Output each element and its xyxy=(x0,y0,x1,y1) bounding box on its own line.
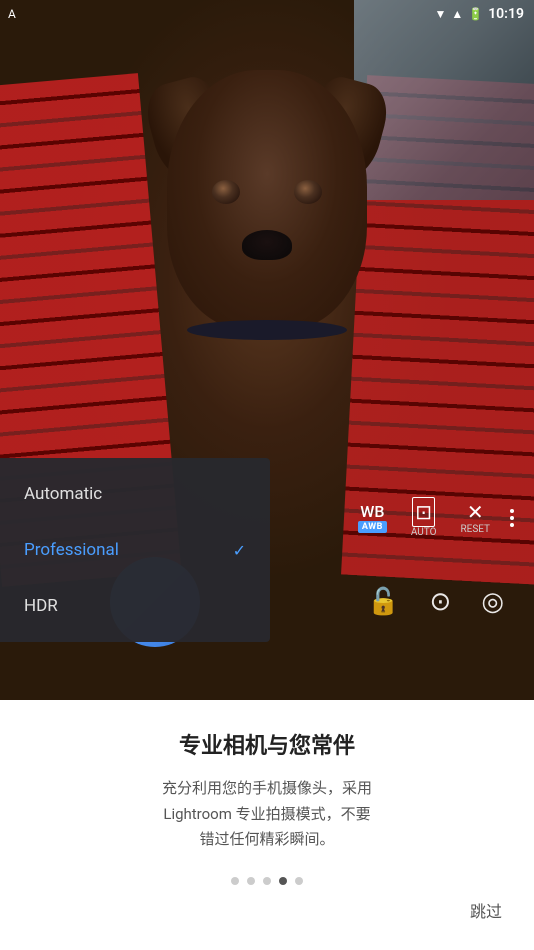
wb-badge: AWB xyxy=(358,521,387,533)
battery-icon: 🔋 xyxy=(468,7,483,21)
app-icon: A xyxy=(8,7,16,21)
skip-button[interactable]: 跳过 xyxy=(462,890,510,930)
dog-collar xyxy=(187,320,347,340)
status-bar-left: A xyxy=(8,7,16,21)
dropdown-item-automatic[interactable]: Automatic xyxy=(0,466,270,522)
timer-icon[interactable]: ⊙ xyxy=(430,587,452,617)
wifi-icon: ▲ xyxy=(451,7,463,21)
reset-button[interactable]: ✕ RESET xyxy=(460,500,490,535)
auto-focus-icon: ⊡ xyxy=(412,497,435,527)
side-icons: 🔓 ⊙ ◎ xyxy=(367,587,504,617)
wb-label: WB xyxy=(360,502,384,521)
more-button[interactable] xyxy=(506,505,518,531)
bottom-description: 充分利用您的手机摄像头，采用Lightroom 专业拍摄模式，不要错过任何精彩瞬… xyxy=(162,776,372,853)
dog-nose xyxy=(242,230,292,260)
status-bar-right: ▼ ▲ 🔋 10:19 xyxy=(434,6,524,22)
professional-label: Professional xyxy=(24,540,119,560)
dropdown-item-professional[interactable]: Professional ✓ xyxy=(0,522,270,578)
auto-label: AUTO xyxy=(411,527,437,538)
page-dots xyxy=(231,877,303,885)
bottom-title: 专业相机与您常伴 xyxy=(179,728,355,760)
dog-face xyxy=(167,70,367,330)
dog-eye-right xyxy=(294,180,322,204)
dot-4 xyxy=(279,877,287,885)
dropdown-item-hdr[interactable]: HDR xyxy=(0,578,270,634)
automatic-label: Automatic xyxy=(24,484,102,504)
dog-head xyxy=(147,50,387,370)
reset-icon: ✕ xyxy=(467,500,484,524)
dot-3 xyxy=(263,877,271,885)
dot-5 xyxy=(295,877,303,885)
wb-button[interactable]: WB AWB xyxy=(358,502,387,533)
check-icon: ✓ xyxy=(233,541,246,560)
more-dot-3 xyxy=(510,523,514,527)
dot-2 xyxy=(247,877,255,885)
status-bar: A ▼ ▲ 🔋 10:19 xyxy=(0,0,534,28)
mode-dropdown: Automatic Professional ✓ HDR xyxy=(0,458,270,642)
bottom-panel: 专业相机与您常伴 充分利用您的手机摄像头，采用Lightroom 专业拍摄模式，… xyxy=(0,700,534,950)
auto-button[interactable]: ⊡ AUTO xyxy=(411,497,437,538)
more-dot-2 xyxy=(510,516,514,520)
signal-icon: ▼ xyxy=(434,7,446,21)
exposure-icon[interactable]: ◎ xyxy=(481,587,504,617)
lock-icon[interactable]: 🔓 xyxy=(367,587,399,617)
more-dot-1 xyxy=(510,509,514,513)
dot-1 xyxy=(231,877,239,885)
hdr-label: HDR xyxy=(24,596,58,616)
dog-eye-left xyxy=(212,180,240,204)
time-display: 10:19 xyxy=(488,6,524,22)
reset-label: RESET xyxy=(460,524,490,535)
